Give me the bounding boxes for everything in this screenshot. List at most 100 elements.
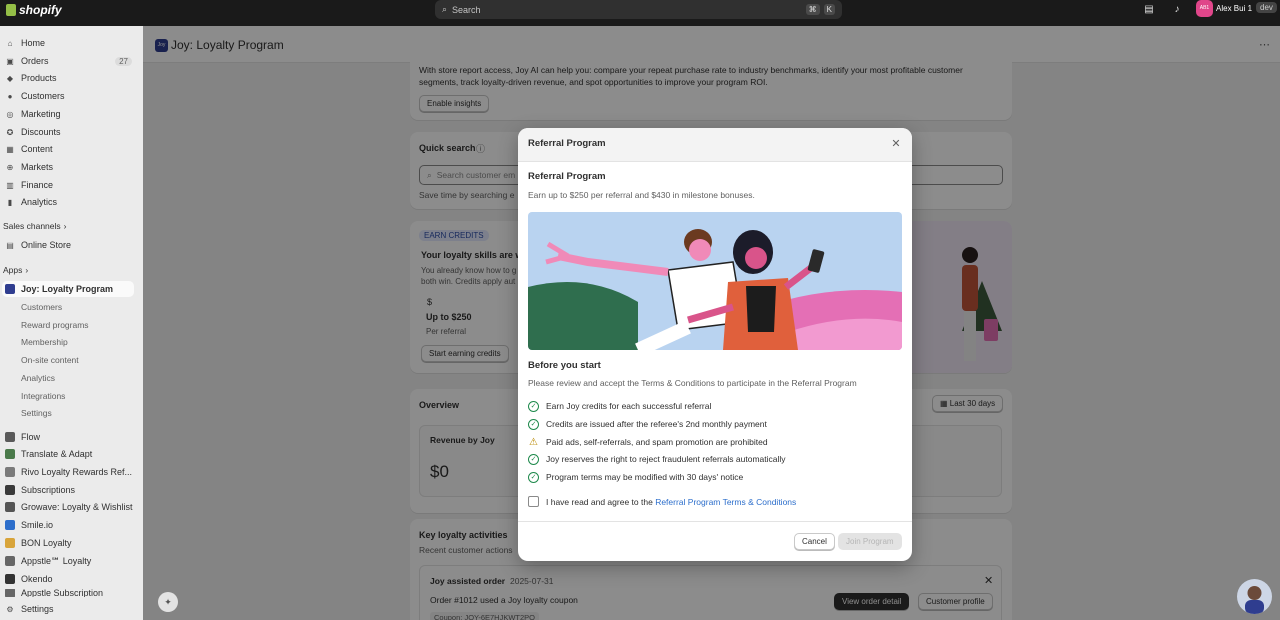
sidebar-item-label: Appstle Subscription (21, 589, 104, 597)
store-badge: dev (1256, 2, 1277, 13)
sidebar-item-label: Content (21, 144, 53, 154)
sales-channels-heading[interactable]: Sales channels › (3, 221, 67, 231)
sidebar-item-label: Subscriptions (21, 485, 76, 495)
sidebar-item-home[interactable]: ⌂ Home (2, 35, 134, 51)
support-agent-icon (1245, 586, 1264, 614)
section-label: Sales channels (3, 221, 61, 231)
rule-item: ⚠ Paid ads, self-referrals, and spam prom… (528, 435, 768, 449)
flow-app-icon (5, 432, 15, 442)
terms-link[interactable]: Referral Program Terms & Conditions (655, 497, 796, 507)
search-shortcut: ⌘ K (805, 4, 835, 15)
sidekick-icon[interactable]: ✦ (158, 592, 178, 612)
command-key: ⌘ (805, 4, 820, 15)
rule-item: ✓ Credits are issued after the referee's … (528, 417, 767, 431)
warning-icon: ⚠ (529, 436, 538, 448)
sidebar-item-orders[interactable]: ▣ Orders 27 (2, 53, 134, 69)
sidebar-app-appstle-subscription[interactable]: Appstle Subscription (2, 589, 134, 597)
sidebar-item-products[interactable]: ◆ Products (2, 70, 134, 86)
subnav-customers[interactable]: Customers (21, 300, 62, 314)
join-program-button[interactable]: Join Program (838, 533, 902, 550)
tag-icon: ◆ (6, 73, 14, 83)
person-icon: ● (7, 91, 13, 101)
content-icon: ▦ (6, 144, 14, 154)
chevron-right-icon: › (25, 265, 29, 275)
user-name[interactable]: Alex Bui 1 (1216, 4, 1252, 13)
modal-subheading: Earn up to $250 per referral and $430 in… (528, 190, 755, 200)
section-label: Apps (3, 265, 23, 275)
referral-illustration (528, 212, 902, 350)
support-chat-avatar[interactable] (1237, 579, 1272, 614)
sidebar-app-rivo[interactable]: Rivo Loyalty Rewards Ref... (2, 464, 134, 480)
sidebar-item-label: Rivo Loyalty Rewards Ref... (21, 467, 133, 477)
terms-checkbox[interactable] (528, 496, 539, 507)
sidebar-app-growave[interactable]: Growave: Loyalty & Wishlist (2, 499, 134, 515)
sidebar-app-bon[interactable]: BON Loyalty (2, 535, 134, 551)
terms-agreement: I have read and agree to the Referral Pr… (528, 496, 796, 507)
sidebar-app-appstle-loyalty[interactable]: Appstle℠ Loyalty (2, 553, 134, 569)
apps-heading[interactable]: Apps › (3, 265, 28, 275)
sidebar-item-label: Home (21, 38, 46, 48)
sidebar-item-label: Analytics (21, 197, 58, 207)
globe-icon: ⊕ (6, 162, 14, 172)
sidebar-item-analytics[interactable]: ▮ Analytics (2, 194, 134, 210)
sidebar-item-label: Products (21, 73, 57, 83)
target-icon: ◎ (6, 109, 14, 119)
okendo-app-icon (5, 574, 15, 584)
sidebar-item-joy[interactable]: Joy: Loyalty Program (2, 281, 134, 297)
sidebar-item-label: Translate & Adapt (21, 449, 93, 459)
sidebar-item-label: Markets (21, 162, 54, 172)
modal-header: Referral Program ✕ (518, 128, 912, 162)
sidebar-item-settings[interactable]: ⚙ Settings (2, 601, 134, 617)
translate-app-icon (5, 449, 15, 459)
close-icon[interactable]: ✕ (890, 137, 902, 150)
inbox-icon[interactable]: ▤ (1143, 4, 1155, 16)
sidebar-item-label: Growave: Loyalty & Wishlist (21, 502, 133, 512)
sidebar-app-flow[interactable]: Flow (2, 429, 134, 445)
sidebar-item-online-store[interactable]: ▤ Online Store (2, 237, 134, 253)
modal-heading: Referral Program (528, 171, 606, 182)
subnav-reward-programs[interactable]: Reward programs (21, 318, 89, 332)
subscriptions-app-icon (5, 485, 15, 495)
sidebar-item-content[interactable]: ▦ Content (2, 141, 134, 157)
sidebar-item-label: Settings (21, 604, 54, 614)
referral-modal: Referral Program ✕ Referral Program Earn… (518, 128, 912, 561)
shopify-logo[interactable]: shopify (6, 3, 62, 17)
sidebar-item-label: BON Loyalty (21, 538, 72, 548)
subnav-on-site-content[interactable]: On-site content (21, 353, 79, 367)
check-circle-icon: ✓ (528, 471, 539, 483)
modal-title: Referral Program (528, 138, 606, 149)
appstle-subscription-app-icon (5, 589, 15, 597)
subnav-settings[interactable]: Settings (21, 406, 52, 420)
sidebar-item-label: Marketing (21, 109, 61, 119)
joy-app-icon (5, 284, 15, 294)
subnav-membership[interactable]: Membership (21, 335, 68, 349)
sidebar-app-subscriptions[interactable]: Subscriptions (2, 482, 134, 498)
sidebar-item-markets[interactable]: ⊕ Markets (2, 159, 134, 175)
top-bar: shopify ⌕ Search ⌘ K ▤ ♪ AB1 Alex Bui 1 … (0, 0, 1280, 26)
subnav-integrations[interactable]: Integrations (21, 389, 65, 403)
sidebar-item-customers[interactable]: ● Customers (2, 88, 134, 104)
sidebar-item-marketing[interactable]: ◎ Marketing (2, 106, 134, 122)
rule-text: Program terms may be modified with 30 da… (546, 472, 744, 482)
orders-count-badge: 27 (115, 56, 132, 66)
sidebar-item-label: Joy: Loyalty Program (21, 284, 114, 294)
sidebar-app-okendo[interactable]: Okendo (2, 571, 134, 587)
sidebar-item-label: Customers (21, 91, 65, 101)
subnav-analytics[interactable]: Analytics (21, 371, 55, 385)
global-search[interactable]: ⌕ Search ⌘ K (435, 0, 842, 19)
brand-name: shopify (19, 3, 62, 17)
avatar[interactable]: AB1 (1196, 0, 1213, 17)
rule-item: ✓ Joy reserves the right to reject fraudu… (528, 452, 786, 466)
check-circle-icon: ✓ (528, 453, 539, 465)
rivo-app-icon (5, 467, 15, 477)
rule-text: Joy reserves the right to reject fraudul… (546, 454, 786, 464)
sidebar-app-smile[interactable]: Smile.io (2, 517, 134, 533)
sidebar-app-translate[interactable]: Translate & Adapt (2, 446, 134, 462)
rule-item: ✓ Program terms may be modified with 30 d… (528, 470, 743, 484)
bell-icon[interactable]: ♪ (1171, 4, 1183, 16)
cancel-button[interactable]: Cancel (794, 533, 835, 550)
sidebar-item-discounts[interactable]: ✪ Discounts (2, 124, 134, 140)
sidebar-item-finance[interactable]: ▥ Finance (2, 177, 134, 193)
smile-app-icon (5, 520, 15, 530)
bar-chart-icon: ▮ (7, 197, 13, 207)
